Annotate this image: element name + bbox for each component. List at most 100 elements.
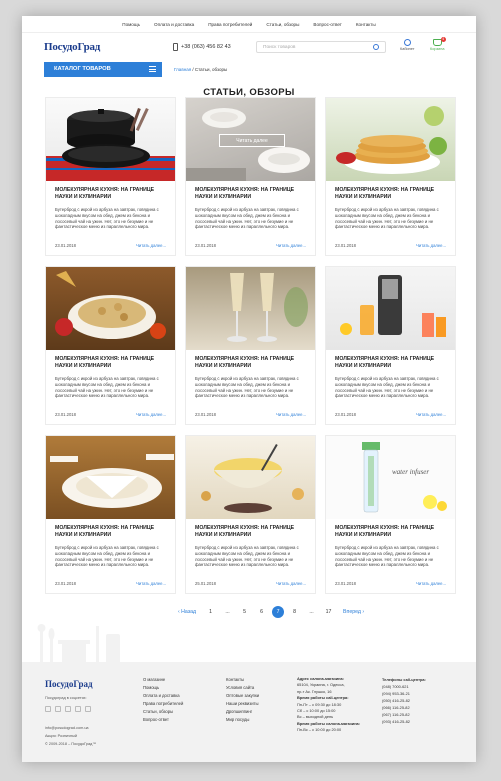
search-input[interactable]: Поиск товаров — [256, 41, 386, 53]
footer-link[interactable]: Наши реквизиты — [226, 700, 259, 708]
topnav-item[interactable]: Помощь — [122, 22, 140, 27]
article-image-juicer[interactable] — [326, 267, 455, 350]
article-title[interactable]: МОЛЕКУЛЯРНАЯ КУХНЯ: НА ГРАНИЦЕ НАУКИ И К… — [46, 350, 175, 373]
pagination-next[interactable]: Вперед › — [337, 609, 370, 615]
pagination-ellipsis: ... — [225, 609, 230, 615]
article-image-table-setting[interactable] — [46, 436, 175, 519]
article-card[interactable]: МОЛЕКУЛЯРНАЯ КУХНЯ: НА ГРАНИЦЕ НАУКИ И К… — [325, 97, 456, 256]
read-more-link[interactable]: Читать далее... — [136, 243, 166, 248]
article-card[interactable]: МОЛЕКУЛЯРНАЯ КУХНЯ: НА ГРАНИЦЕ НАУКИ И К… — [325, 266, 456, 425]
article-image-fondue[interactable] — [186, 436, 315, 519]
fondue-illustration — [201, 444, 304, 513]
kitchenware-decoration — [37, 624, 120, 666]
footer-link[interactable]: О магазине — [143, 676, 183, 684]
article-title[interactable]: МОЛЕКУЛЯРНАЯ КУХНЯ: НА ГРАНИЦЕ НАУКИ И К… — [186, 519, 315, 542]
article-excerpt: Бутерброд с икрой из арбуза на завтрак, … — [55, 376, 159, 399]
footer-link[interactable]: Вопрос-ответ — [143, 716, 183, 724]
article-footer: 23.01.2018 Читать далее... — [55, 243, 166, 248]
phone-line[interactable]: (050) 416-25-82 — [382, 697, 426, 704]
footer-link[interactable]: Оптовые закупки — [226, 692, 259, 700]
topnav-item[interactable]: Оплата и доставка — [154, 22, 194, 27]
pagination-page[interactable]: 1 — [202, 609, 219, 615]
article-image-cookware[interactable] — [46, 98, 175, 181]
topnav-item[interactable]: Вопрос-ответ — [313, 22, 342, 27]
pagination-page[interactable]: 6 — [253, 609, 270, 615]
footer-logo[interactable]: ПосудоГрад — [45, 679, 93, 689]
article-footer: 25.01.2018 Читать далее... — [195, 581, 306, 586]
read-more-overlay-button[interactable]: Читать далее — [219, 134, 285, 147]
water-infuser-illustration: water infuser — [362, 442, 447, 513]
article-image-water-infuser[interactable]: water infuser — [326, 436, 455, 519]
cookware-illustration — [46, 108, 175, 181]
pagination-ellipsis: ... — [309, 609, 314, 615]
footer-link[interactable]: Помощь — [143, 684, 183, 692]
topnav-item[interactable]: Контакты — [356, 22, 376, 27]
cart-count-badge: 4 — [440, 37, 446, 42]
facebook-icon[interactable] — [45, 706, 51, 712]
footer-email[interactable]: info@posudograd.com.ua — [45, 726, 89, 730]
phone-line[interactable]: (066) 116-25-82 — [382, 704, 426, 711]
article-title[interactable]: МОЛЕКУЛЯРНАЯ КУХНЯ: НА ГРАНИЦЕ НАУКИ И К… — [326, 519, 455, 542]
article-title[interactable]: МОЛЕКУЛЯРНАЯ КУХНЯ: НА ГРАНИЦЕ НАУКИ И К… — [326, 350, 455, 373]
article-image-cups[interactable]: Читать далее — [186, 98, 315, 181]
article-title[interactable]: МОЛЕКУЛЯРНАЯ КУХНЯ: НА ГРАНИЦЕ НАУКИ И К… — [46, 181, 175, 204]
breadcrumb-home[interactable]: Главная — [174, 67, 191, 72]
read-more-link[interactable]: Читать далее... — [276, 243, 306, 248]
pagination-page[interactable]: 5 — [236, 609, 253, 615]
article-image-champagne[interactable] — [186, 267, 315, 350]
pagination-page[interactable]: 17 — [320, 609, 337, 615]
read-more-link[interactable]: Читать далее... — [276, 581, 306, 586]
vk-icon[interactable] — [55, 706, 61, 712]
search-icon[interactable] — [373, 44, 379, 50]
article-image-festive-bowl[interactable] — [46, 267, 175, 350]
article-date: 23.01.2018 — [195, 412, 216, 417]
account-button[interactable]: Кабинет — [400, 39, 414, 51]
article-title[interactable]: МОЛЕКУЛЯРНАЯ КУХНЯ: НА ГРАНИЦЕ НАУКИ И К… — [186, 181, 315, 204]
footer-link[interactable]: Права потребителей — [143, 700, 183, 708]
twitter-icon[interactable] — [65, 706, 71, 712]
phone-number[interactable]: +38 (063) 456 82 43 — [181, 44, 231, 50]
article-image-pancakes[interactable] — [326, 98, 455, 181]
topnav-item[interactable]: Права потребителей — [208, 22, 252, 27]
cart-button[interactable]: 4 Корзина — [430, 37, 446, 51]
phone-line[interactable]: (067) 116-25-82 — [382, 711, 426, 718]
article-title[interactable]: МОЛЕКУЛЯРНАЯ КУХНЯ: НА ГРАНИЦЕ НАУКИ И К… — [186, 350, 315, 373]
article-card[interactable]: МОЛЕКУЛЯРНАЯ КУХНЯ: НА ГРАНИЦЕ НАУКИ И К… — [45, 435, 176, 594]
article-title[interactable]: МОЛЕКУЛЯРНАЯ КУХНЯ: НА ГРАНИЦЕ НАУКИ И К… — [46, 519, 175, 542]
article-date: 23.01.2018 — [55, 581, 76, 586]
article-card[interactable]: МОЛЕКУЛЯРНАЯ КУХНЯ: НА ГРАНИЦЕ НАУКИ И К… — [185, 266, 316, 425]
pagination-page[interactable]: 8 — [286, 609, 303, 615]
phone-line[interactable]: (093) 416-25-82 — [382, 718, 426, 725]
phone-line[interactable]: (094) 953-36-21 — [382, 690, 426, 697]
read-more-link[interactable]: Читать далее... — [136, 581, 166, 586]
article-title[interactable]: МОЛЕКУЛЯРНАЯ КУХНЯ: НА ГРАНИЦЕ НАУКИ И К… — [326, 181, 455, 204]
pagination-prev[interactable]: ‹ Назад — [172, 609, 202, 615]
article-card[interactable]: Читать далее МОЛЕКУЛЯРНАЯ КУХНЯ: НА ГРАН… — [185, 97, 316, 256]
footer-link[interactable]: Условия сайта — [226, 684, 259, 692]
topnav-item[interactable]: Статьи, обзоры — [266, 22, 299, 27]
read-more-link[interactable]: Читать далее... — [416, 412, 446, 417]
article-excerpt: Бутерброд с икрой из арбуза на завтрак, … — [55, 545, 159, 568]
read-more-link[interactable]: Читать далее... — [276, 412, 306, 417]
footer-link[interactable]: Контакты — [226, 676, 259, 684]
footer-link[interactable]: Мир посуды — [226, 716, 259, 724]
article-card[interactable]: water infuser МОЛЕКУЛЯРНАЯ КУХНЯ: НА ГРА… — [325, 435, 456, 594]
phone-line[interactable]: (048) 7000-621 — [382, 683, 426, 690]
footer-link[interactable]: Дропшиппинг — [226, 708, 259, 716]
odnoklassniki-icon[interactable] — [75, 706, 81, 712]
article-card[interactable]: МОЛЕКУЛЯРНАЯ КУХНЯ: НА ГРАНИЦЕ НАУКИ И К… — [45, 266, 176, 425]
pagination-page-active[interactable]: 7 — [272, 606, 285, 618]
header: ПосудоГрад +38 (063) 456 82 43 Поиск тов… — [22, 33, 476, 61]
read-more-link[interactable]: Читать далее... — [136, 412, 166, 417]
google-plus-icon[interactable] — [85, 706, 91, 712]
read-more-link[interactable]: Читать далее... — [416, 581, 446, 586]
article-card[interactable]: МОЛЕКУЛЯРНАЯ КУХНЯ: НА ГРАНИЦЕ НАУКИ И К… — [185, 435, 316, 594]
phone[interactable]: +38 (063) 456 82 43 — [173, 43, 231, 51]
footer-link[interactable]: Статьи, обзоры — [143, 708, 183, 716]
article-card[interactable]: МОЛЕКУЛЯРНАЯ КУХНЯ: НА ГРАНИЦЕ НАУКИ И К… — [45, 97, 176, 256]
catalog-button[interactable]: КАТАЛОГ ТОВАРОВ — [44, 61, 162, 77]
logo[interactable]: ПосудоГрад — [44, 41, 100, 53]
article-date: 25.01.2018 — [195, 581, 216, 586]
read-more-link[interactable]: Читать далее... — [416, 243, 446, 248]
footer-link[interactable]: Оплата и доставка — [143, 692, 183, 700]
